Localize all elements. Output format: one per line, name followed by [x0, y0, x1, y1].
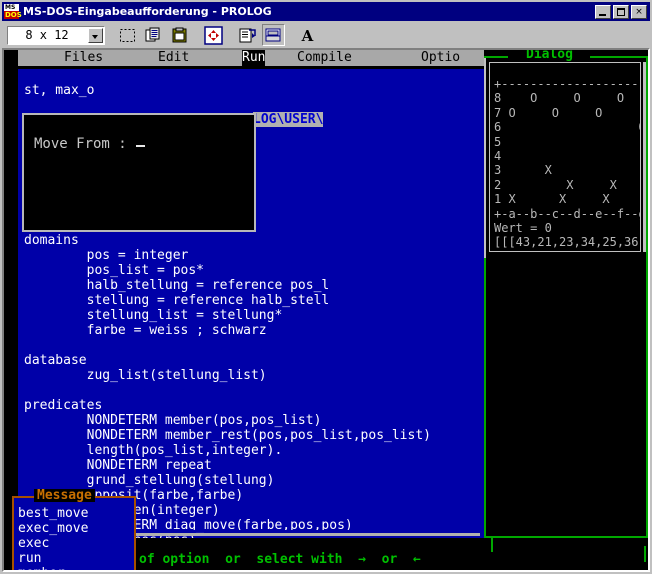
menu-item-edit[interactable]: Edit	[158, 50, 189, 66]
maximize-button[interactable]	[613, 5, 629, 19]
font-size-value: 8 x 12	[8, 28, 88, 42]
window-controls: ×	[595, 5, 647, 19]
paste-icon	[171, 27, 188, 44]
copy-icon	[145, 27, 162, 44]
dialog-window[interactable]: Dialog +----------------------+ 8 O O O …	[484, 50, 648, 538]
board-value-label: Wert = 0	[494, 221, 552, 235]
prolog-menu-bar: Files Edit Run Compile Optio	[18, 50, 484, 66]
menu-item-compile[interactable]: Compile	[297, 50, 352, 66]
dialog-content-area: +----------------------+ 8 O O O O + 7 O…	[489, 62, 641, 252]
background-icon	[265, 27, 282, 44]
move-prompt-text: Move From :	[34, 136, 135, 152]
copy-button[interactable]	[142, 24, 165, 46]
status-bar-text: of option or select with → or ←	[139, 552, 421, 567]
menu-item-files[interactable]: Files	[64, 50, 103, 66]
window-title: MS-DOS-Eingabeaufforderung - PROLOG	[23, 5, 272, 18]
logo-bottom-text: DOS	[4, 11, 19, 19]
fullscreen-button[interactable]	[202, 24, 225, 46]
background-button[interactable]	[262, 24, 285, 46]
dialog-bottom-right-tick	[644, 546, 646, 562]
menu-item-options[interactable]: Optio	[421, 50, 460, 66]
list-item[interactable]: run	[16, 551, 132, 566]
list-item[interactable]: exec	[16, 536, 132, 551]
dialog-inner-right-edge	[643, 62, 646, 252]
dos-text-screen: Files Edit Run Compile Optio st, max_o *…	[4, 50, 648, 570]
text-cursor	[136, 145, 145, 147]
move-input-window[interactable]: Move From :	[22, 113, 256, 232]
mark-icon	[119, 27, 136, 44]
close-button[interactable]: ×	[631, 5, 647, 19]
toolbar: 8 x 12	[2, 22, 650, 48]
fullscreen-icon	[204, 26, 223, 45]
log-path-label: LOG\USER\	[253, 112, 323, 127]
dialog-title: Dialog	[522, 50, 577, 61]
chevron-down-icon[interactable]	[88, 28, 103, 43]
message-popup-title: Message	[34, 489, 95, 502]
list-item[interactable]: member	[16, 566, 132, 570]
board-state-list: [[[43,21,23,34,25,36,27,38],[]],[[78,8 1…	[494, 235, 641, 252]
svg-text:A: A	[301, 27, 314, 44]
dialog-left-edge	[484, 58, 486, 258]
message-title-rule-left	[18, 496, 32, 498]
font-size-combobox[interactable]: 8 x 12	[7, 26, 105, 45]
board-grid-text: +----------------------+ 8 O O O O + 7 O…	[494, 77, 641, 221]
ms-dos-prompt-window: MS DOS MS-DOS-Eingabeaufforderung - PROL…	[0, 0, 652, 574]
font-button[interactable]: A	[296, 24, 319, 46]
message-item-list[interactable]: best_move exec_move exec run member dele…	[16, 506, 132, 570]
title-bar[interactable]: MS DOS MS-DOS-Eingabeaufforderung - PROL…	[2, 2, 650, 21]
properties-button[interactable]	[236, 24, 259, 46]
mark-button[interactable]	[116, 24, 139, 46]
paste-button[interactable]	[168, 24, 191, 46]
list-item[interactable]: best_move	[16, 506, 132, 521]
properties-icon	[239, 27, 257, 44]
ms-dos-logo-icon: MS DOS	[4, 4, 19, 19]
source-window-top-edge	[18, 66, 484, 69]
menu-item-run[interactable]: Run	[242, 50, 265, 66]
minimize-button[interactable]	[595, 5, 611, 19]
message-popup-window[interactable]: Message best_move exec_move exec run mem…	[12, 496, 136, 570]
message-title-rule-right	[116, 496, 130, 498]
dialog-bottom-left-tick	[491, 538, 493, 552]
list-item[interactable]: exec_move	[16, 521, 132, 536]
logo-top-text: MS	[4, 4, 19, 11]
font-icon: A	[299, 27, 316, 44]
board-display: +----------------------+ 8 O O O O + 7 O…	[494, 77, 641, 252]
move-prompt-label: Move From :	[34, 136, 145, 152]
